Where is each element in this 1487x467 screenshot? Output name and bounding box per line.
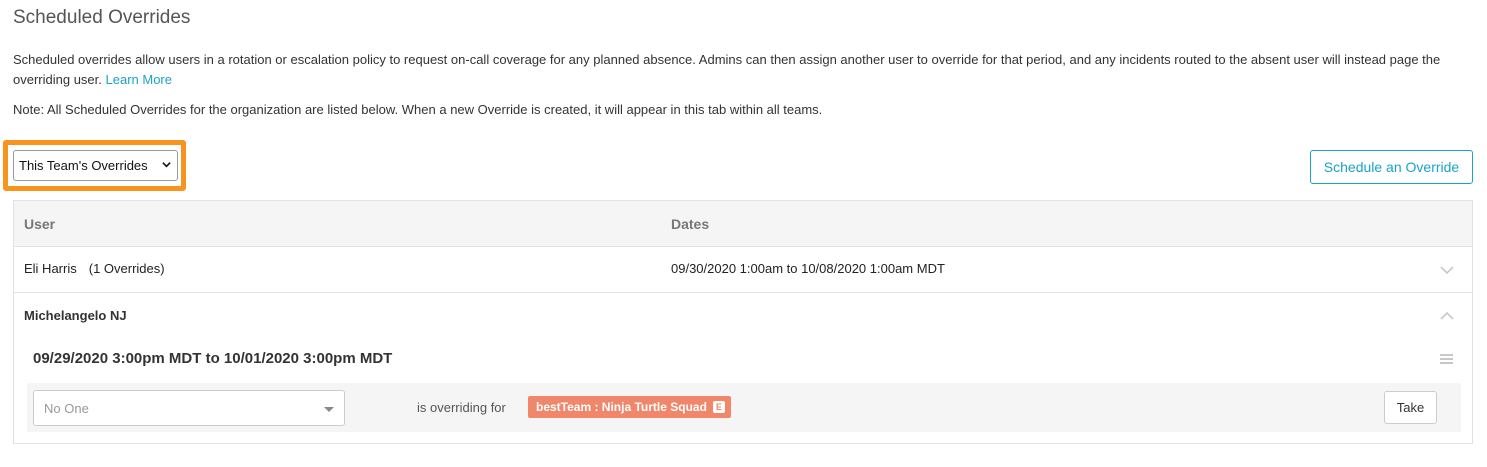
collapse-chevron-up-icon[interactable] xyxy=(1440,312,1454,320)
override-assignment-row: No One is overriding for bestTeam : Ninj… xyxy=(27,383,1461,432)
learn-more-link[interactable]: Learn More xyxy=(106,72,172,87)
page-title: Scheduled Overrides xyxy=(13,7,191,28)
chevron-down-icon xyxy=(162,162,171,168)
user-name: Eli Harris xyxy=(24,261,77,276)
expand-chevron-down-icon[interactable] xyxy=(1440,266,1454,274)
take-button[interactable]: Take xyxy=(1384,391,1437,424)
menu-icon[interactable] xyxy=(1440,354,1453,365)
escalation-flag: E xyxy=(712,401,725,413)
overriding-label: is overriding for xyxy=(417,400,506,415)
override-date-range: 09/29/2020 3:00pm MDT to 10/01/2020 3:00… xyxy=(33,350,393,367)
overrides-table: User Dates Eli Harris (1 Overrides) 09/30… xyxy=(13,200,1473,444)
filter-selected-value: This Team's Overrides xyxy=(19,158,148,173)
assignee-select[interactable]: No One xyxy=(33,390,345,426)
row-user-expanded: Michelangelo NJ xyxy=(24,308,127,323)
filter-highlight: This Team's Overrides xyxy=(3,140,186,191)
header-dates: Dates xyxy=(671,216,710,232)
row-user: Eli Harris (1 Overrides) xyxy=(24,261,165,276)
team-badge-label: bestTeam : Ninja Turtle Squad xyxy=(536,400,707,414)
caret-down-icon xyxy=(324,407,334,412)
table-row[interactable]: Eli Harris (1 Overrides) 09/30/2020 1:00a… xyxy=(14,247,1472,293)
header-user: User xyxy=(24,216,56,232)
page-description: Scheduled overrides allow users in a rot… xyxy=(13,50,1473,89)
team-badge: bestTeam : Ninja Turtle Squad E xyxy=(528,396,731,418)
overrides-filter-select[interactable]: This Team's Overrides xyxy=(13,150,178,181)
row-dates: 09/30/2020 1:00am to 10/08/2020 1:00am M… xyxy=(671,261,945,276)
page-note: Note: All Scheduled Overrides for the or… xyxy=(13,102,823,117)
table-header: User Dates xyxy=(14,201,1472,247)
schedule-override-button[interactable]: Schedule an Override xyxy=(1310,150,1473,184)
override-count: (1 Overrides) xyxy=(88,261,165,276)
assignee-placeholder: No One xyxy=(44,400,89,416)
description-text: Scheduled overrides allow users in a rot… xyxy=(13,52,1441,87)
